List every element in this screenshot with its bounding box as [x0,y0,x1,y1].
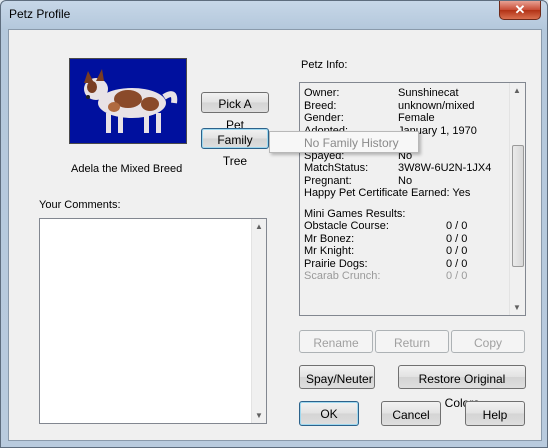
close-icon: ✕ [514,2,526,17]
family-tree-button[interactable]: Family Tree [201,128,269,168]
info-scroll-thumb[interactable] [512,145,524,267]
window-title: Petz Profile [9,7,71,21]
comments-scrollbar[interactable]: ▲ ▼ [251,219,266,423]
info-key: Pregnant: [304,174,352,187]
info-value: Sunshinecat [398,87,459,99]
comments-label: Your Comments: [39,199,121,211]
info-value: Female [398,112,435,124]
info-key: MatchStatus: [304,162,369,174]
game-name: Mr Knight: [304,245,355,257]
restore-original-colors-button[interactable]: Restore Original Colors [398,365,526,410]
pet-portrait [69,58,187,144]
game-name: Prairie Dogs: [304,257,368,270]
comments-textarea[interactable]: ▲ ▼ [39,218,267,424]
info-scroll-down-icon[interactable]: ▼ [513,303,521,312]
game-score: 0 / 0 [446,270,468,282]
dog-image [70,59,186,143]
games-title: Mini Games Results: [304,207,406,220]
scroll-down-icon[interactable]: ▼ [255,411,263,420]
info-value: 3W8W-6U2N-1JX4 [398,162,492,174]
help-button[interactable]: Help [465,401,525,426]
scroll-up-icon[interactable]: ▲ [255,222,263,231]
petz-info-label: Petz Info: [301,59,348,71]
family-history-tooltip: No Family History [269,131,419,153]
rename-button[interactable]: Rename [299,330,373,353]
pet-name-caption: Adela the Mixed Breed [71,163,183,175]
info-key: Owner: [304,87,340,99]
petz-profile-window: Petz Profile ✕ Adela the Mixed Breed Pic… [0,0,548,448]
info-scroll-up-icon[interactable]: ▲ [513,86,521,95]
game-name: Mr Bonez: [304,232,355,245]
info-key: Gender: [304,112,344,124]
ok-button[interactable]: OK [299,401,359,426]
game-score: 0 / 0 [446,257,468,270]
copy-button[interactable]: Copy [451,330,525,353]
game-score: 0 / 0 [446,245,468,257]
certificate-text: Happy Pet Certificate Earned: Yes [304,187,471,199]
close-button[interactable]: ✕ [499,1,541,20]
info-value: unknown/mixed [398,99,475,112]
petz-info-panel: Owner: Sunshinecat Breed: unknown/mixed Gend… [299,82,526,316]
info-value: No [398,174,413,187]
return-button[interactable]: Return [375,330,449,353]
game-name: Obstacle Course: [304,220,389,232]
game-name: Scarab Crunch: [304,270,381,282]
dialog-body: Adela the Mixed Breed Pick A Pet Family … [8,29,542,441]
info-key: Breed: [304,99,337,112]
pick-a-pet-button[interactable]: Pick A Pet [201,92,269,132]
game-score: 0 / 0 [446,220,468,232]
spay-neuter-button[interactable]: Spay/Neuter [299,365,375,389]
game-score: 0 / 0 [446,232,468,245]
info-scrollbar[interactable]: ▲ ▼ [509,83,525,315]
cancel-button[interactable]: Cancel [381,401,441,426]
